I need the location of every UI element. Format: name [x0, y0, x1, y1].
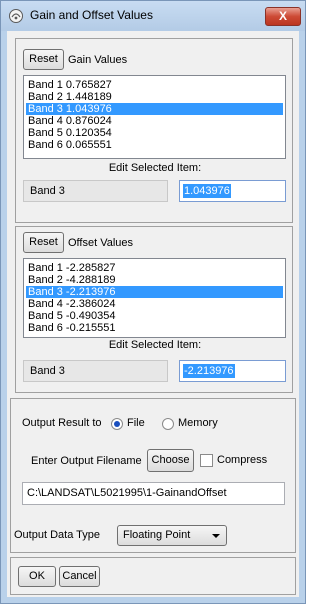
list-item[interactable]: Band 1 0.765827: [26, 79, 283, 91]
ok-button[interactable]: OK: [18, 566, 56, 587]
offset-reset-button[interactable]: Reset: [23, 232, 64, 253]
list-item[interactable]: Band 5 -0.490354: [26, 310, 283, 322]
offset-panel: Reset Offset Values Band 1 -2.285827 Ban…: [15, 226, 293, 393]
list-item-selected[interactable]: Band 3 1.043976: [26, 103, 283, 115]
app-icon: [8, 8, 24, 24]
offset-selected-name: Band 3: [23, 360, 168, 382]
list-item[interactable]: Band 4 -2.386024: [26, 298, 283, 310]
chevron-down-icon: [212, 534, 220, 538]
gain-values-label: Gain Values: [68, 54, 128, 66]
offset-edit-label: Edit Selected Item:: [108, 339, 202, 351]
memory-radio[interactable]: [162, 418, 174, 430]
gain-panel: Reset Gain Values Band 1 0.765827 Band 2…: [15, 38, 293, 223]
gain-listbox[interactable]: Band 1 0.765827 Band 2 1.448189 Band 3 1…: [23, 75, 286, 159]
dialog-body: Reset Gain Values Band 1 0.765827 Band 2…: [7, 31, 299, 597]
offset-value-input[interactable]: -2.213976: [179, 360, 286, 382]
file-option-label[interactable]: File: [127, 417, 145, 429]
footer-panel: OK Cancel: [10, 557, 296, 595]
compress-label[interactable]: Compress: [217, 454, 267, 466]
output-panel: Output Result to File Memory Enter Outpu…: [10, 398, 296, 553]
compress-checkbox[interactable]: [200, 454, 213, 467]
output-result-label: Output Result to: [22, 417, 102, 429]
data-type-label: Output Data Type: [14, 529, 101, 541]
list-item[interactable]: Band 5 0.120354: [26, 127, 283, 139]
memory-option-label[interactable]: Memory: [178, 417, 218, 429]
list-item[interactable]: Band 2 -4.288189: [26, 274, 283, 286]
filename-label: Enter Output Filename: [31, 455, 142, 467]
gain-value-input[interactable]: 1.043976: [179, 180, 286, 202]
gain-value-text: 1.043976: [183, 184, 231, 198]
filename-input[interactable]: C:\LANDSAT\L5021995\1-GainandOffset: [22, 482, 285, 505]
gain-edit-label: Edit Selected Item:: [108, 162, 202, 174]
gain-reset-button[interactable]: Reset: [23, 49, 64, 70]
list-item[interactable]: Band 6 -0.215551: [26, 322, 283, 334]
offset-value-text: -2.213976: [183, 364, 235, 378]
list-item-selected[interactable]: Band 3 -2.213976: [26, 286, 283, 298]
title-bar[interactable]: Gain and Offset Values X: [1, 1, 305, 31]
file-radio[interactable]: [111, 418, 123, 430]
offset-values-label: Offset Values: [68, 237, 134, 249]
data-type-dropdown[interactable]: Floating Point: [117, 525, 227, 546]
window-title: Gain and Offset Values: [30, 8, 153, 22]
close-button[interactable]: X: [265, 7, 301, 26]
cancel-button[interactable]: Cancel: [59, 566, 100, 587]
gain-selected-name: Band 3: [23, 180, 168, 202]
list-item[interactable]: Band 2 1.448189: [26, 91, 283, 103]
choose-button[interactable]: Choose: [147, 449, 194, 472]
list-item[interactable]: Band 1 -2.285827: [26, 262, 283, 274]
list-item[interactable]: Band 6 0.065551: [26, 139, 283, 151]
close-icon: X: [278, 9, 287, 23]
list-item[interactable]: Band 4 0.876024: [26, 115, 283, 127]
data-type-value: Floating Point: [123, 529, 191, 541]
offset-listbox[interactable]: Band 1 -2.285827 Band 2 -4.288189 Band 3…: [23, 258, 286, 338]
dialog-window: Gain and Offset Values X Reset Gain Valu…: [0, 0, 306, 604]
